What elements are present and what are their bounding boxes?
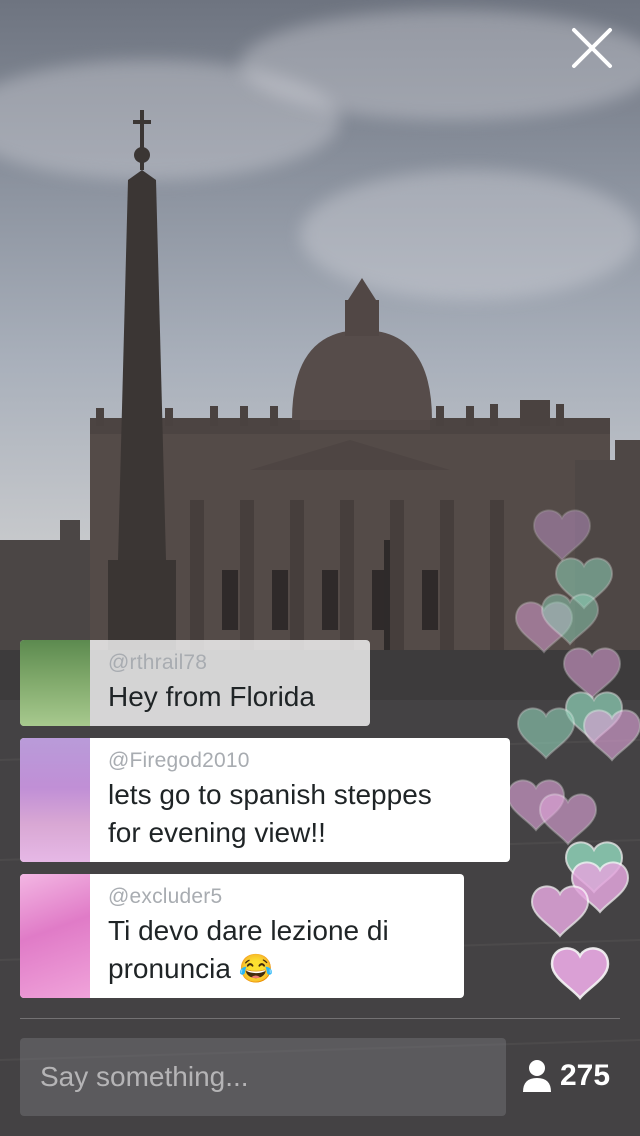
live-video-stream: @rthrail78 Hey from Florida @Firegod2010… [0,0,640,1136]
comment-text-line-1: Ti devo dare lezione di [108,915,389,946]
comment-username: @rthrail78 [108,651,208,674]
heart-icon [583,709,640,761]
comment-text: Hey from Florida [108,681,315,712]
comment-text-line-1: lets go to spanish steppes [108,779,432,810]
close-button[interactable] [566,22,618,74]
heart-icon [563,647,621,699]
heart-icon [517,707,575,759]
comment-text-line-2: pronuncia 😂 [108,950,389,988]
heart-icon [533,509,591,561]
comment-item[interactable]: @excluder5 Ti devo dare lezione di pronu… [20,874,464,998]
comment-input[interactable] [20,1038,506,1116]
comment-text-line-2: for evening view!! [108,817,326,848]
person-icon [523,1060,551,1092]
viewer-count-badge[interactable]: 275 [522,1052,610,1100]
hearts-animation [507,509,640,1000]
comment-body: @Firegod2010 lets go to spanish steppes … [90,738,450,862]
comment-item[interactable]: @rthrail78 Hey from Florida [20,640,370,726]
viewer-count: 275 [560,1059,611,1092]
heart-icon [539,793,597,845]
comment-text: pronuncia [108,953,231,984]
close-icon [572,28,612,68]
heart-icon [550,947,610,1000]
avatar [20,640,90,726]
comment-body: @excluder5 Ti devo dare lezione di pronu… [90,874,407,998]
comment-body: @rthrail78 Hey from Florida [90,640,333,726]
comment-item[interactable]: @Firegod2010 lets go to spanish steppes … [20,738,510,862]
avatar [20,738,90,862]
laughing-emoji-icon: 😂 [238,953,274,984]
heart-icon [531,885,589,937]
comment-username: @Firegod2010 [108,749,250,772]
comment-username: @excluder5 [108,885,223,908]
divider [20,1018,620,1019]
avatar [20,874,90,998]
